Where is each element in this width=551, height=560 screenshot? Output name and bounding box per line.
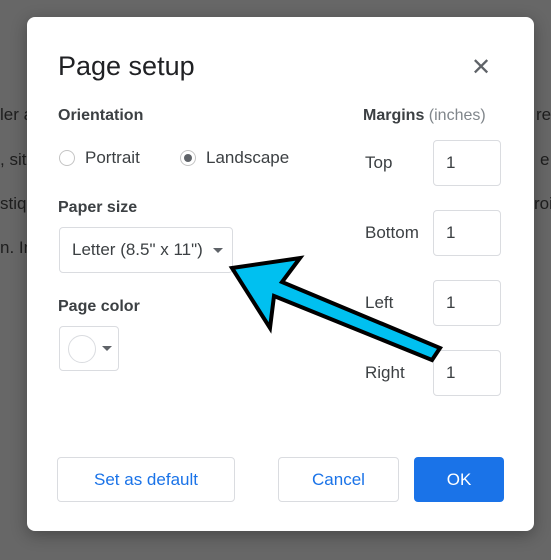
arrow-icon: [228, 255, 444, 363]
annotation-arrow: [228, 255, 444, 363]
